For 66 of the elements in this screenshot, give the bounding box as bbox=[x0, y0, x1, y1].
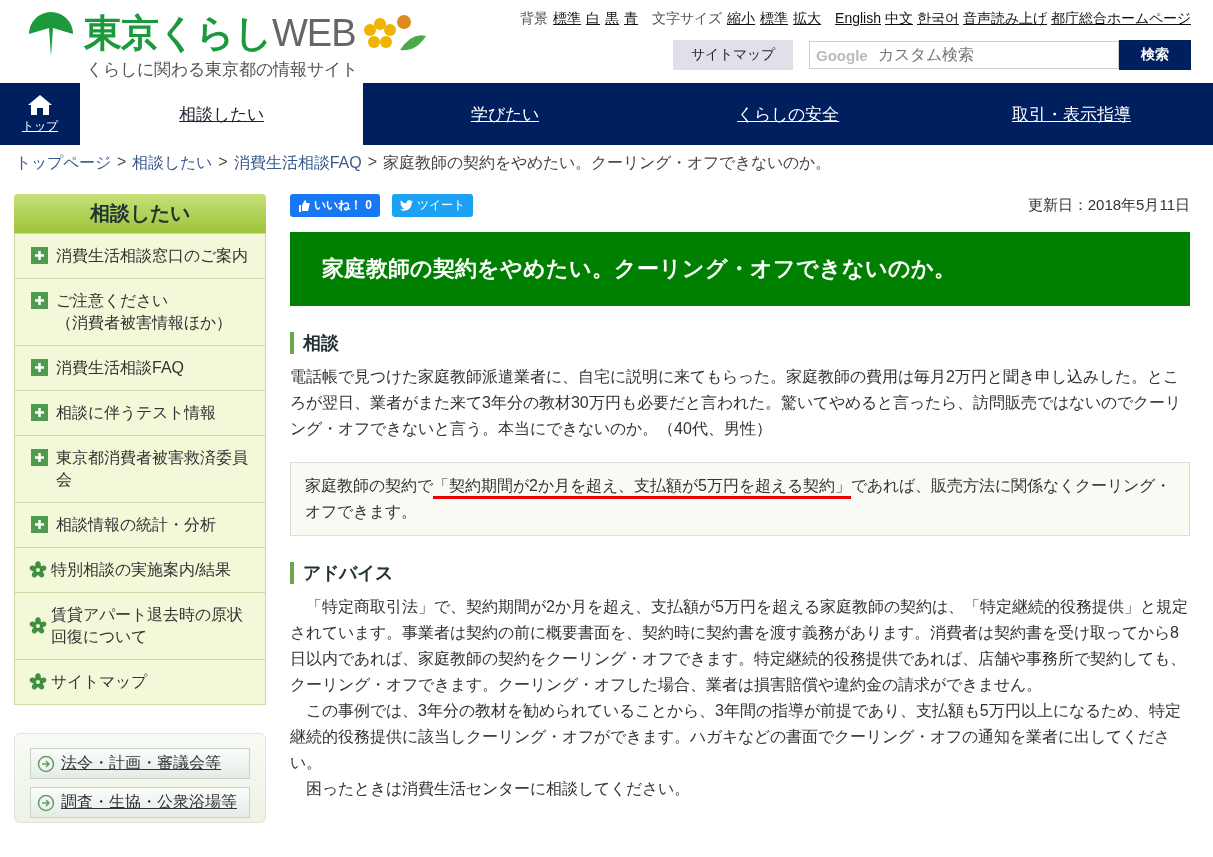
header-link[interactable]: 都庁総合ホームページ bbox=[1051, 10, 1191, 28]
sidebar-menu-item[interactable]: 特別相談の実施案内/結果 bbox=[15, 548, 265, 593]
flower-icon bbox=[29, 673, 47, 691]
breadcrumb-link[interactable]: トップページ bbox=[15, 153, 111, 174]
nav-tab[interactable]: 学びたい bbox=[363, 83, 647, 145]
nav-tab[interactable]: くらしの安全 bbox=[646, 83, 930, 145]
sidebar-link-button[interactable]: 法令・計画・審議会等 bbox=[30, 748, 250, 779]
body-paragraph: 困ったときは消費生活センターに相談してください。 bbox=[305, 779, 691, 799]
header-link[interactable]: 中文 bbox=[885, 10, 913, 28]
sidebar-menu-item[interactable]: サイトマップ bbox=[15, 660, 265, 704]
nav-tab[interactable]: 取引・表示指導 bbox=[929, 83, 1213, 145]
site-tagline: くらしに関わる東京都の情報サイト bbox=[86, 59, 359, 81]
breadcrumb-link[interactable]: 相談したい bbox=[132, 153, 213, 174]
font-size-link[interactable]: 拡大 bbox=[793, 10, 822, 28]
plus-icon bbox=[31, 292, 48, 309]
home-icon bbox=[27, 93, 53, 116]
article-title: 家庭教師の契約をやめたい。クーリング・オフできないのか。 bbox=[290, 232, 1190, 306]
plus-icon bbox=[31, 404, 48, 421]
breadcrumb-separator: > bbox=[117, 153, 127, 172]
background-option-link[interactable]: 標準 bbox=[553, 10, 582, 28]
sidebar-menu-item[interactable]: 相談情報の統計・分析 bbox=[15, 503, 265, 548]
header-link[interactable]: 한국어 bbox=[917, 10, 959, 28]
nav-tab[interactable]: 相談したい bbox=[80, 83, 364, 145]
background-option-link[interactable]: 青 bbox=[624, 10, 639, 28]
updated-date: 更新日：2018年5月11日 bbox=[1027, 196, 1190, 215]
background-label: 背景 bbox=[520, 10, 549, 28]
site-logo-title[interactable]: 東京くらしWEB bbox=[84, 10, 356, 56]
breadcrumb-separator: > bbox=[218, 153, 228, 172]
plus-icon bbox=[31, 247, 48, 264]
header-link[interactable]: English bbox=[835, 10, 881, 26]
breadcrumb-separator: > bbox=[367, 153, 378, 172]
sidebar-title: 相談したい bbox=[14, 194, 266, 233]
sidebar-menu-item[interactable]: 消費生活相談窓口のご案内 bbox=[15, 234, 265, 279]
sidebar-link-button[interactable]: 調査・生協・公衆浴場等 bbox=[30, 787, 250, 818]
breadcrumb-link[interactable]: 消費生活相談FAQ bbox=[233, 153, 362, 174]
body-paragraph: この事例では、3年分の教材を勧められていることから、3年間の指導が前提であり、支払額も5万円以上になるため、特定継続的役務提供に該当しクーリング・オフができます。ハガキなどの書面でクーリング・オフの通知を業者に出してください。 bbox=[290, 701, 1182, 773]
bird-icon bbox=[400, 200, 414, 211]
flower-icon bbox=[29, 617, 47, 635]
plus-icon bbox=[31, 449, 48, 466]
background-option-link[interactable]: 白 bbox=[586, 10, 601, 28]
sidebar-menu-item[interactable]: 消費生活相談FAQ bbox=[15, 346, 265, 391]
arrow-circle-icon bbox=[37, 754, 55, 773]
sidebar-menu-item[interactable]: 東京都消費者被害救済委員会 bbox=[15, 436, 265, 503]
font-size-label: 文字サイズ bbox=[652, 10, 723, 28]
like-button[interactable]: いいね！ 0 bbox=[290, 194, 381, 217]
sidebar-menu-item[interactable]: 賃貸アパート退去時の原状回復について bbox=[15, 593, 265, 660]
section-heading: アドバイス bbox=[290, 562, 1190, 584]
plus-icon bbox=[31, 516, 48, 533]
section-heading: 相談 bbox=[290, 332, 1190, 354]
breadcrumb-current: 家庭教師の契約をやめたい。クーリング・オフできないのか。 bbox=[383, 153, 832, 173]
header-link[interactable]: 音声読み上げ bbox=[963, 10, 1047, 28]
font-size-link[interactable]: 標準 bbox=[760, 10, 789, 28]
body-paragraph: 「特定商取引法」で、契約期間が2か月を超え、支払額が5万円を超える家庭教師の契約は、「特定継続的役務提供」と規定されています。事業者は契約の前に概要書面を、契約時に契約書を渡す義務があります。消費者は契約書を受け取ってから8日以内であれば、家庭教師の契約をクーリング・オフできます。特定継続的役務提供であれば、店舗や事務所で契約しても、クーリング・オフできます。クーリング・オフした場合、業者は損害賠償や違約金の請求ができません。 bbox=[290, 597, 1189, 695]
arrow-circle-icon bbox=[37, 793, 55, 812]
flower-icon bbox=[29, 561, 47, 579]
answer-box: 家庭教師の契約で「契約期間が2か月を超え、支払額が5万円を超える契約」であれば、販売方法に関係なくクーリング・オフできます。 bbox=[290, 462, 1190, 536]
body-paragraph: 電話帳で見つけた家庭教師派遣業者に、自宅に説明に来てもらった。家庭教師の費用は毎月2万円と聞き申し込みした。ところが翌日、業者がまた来て3年分の教材30万円も必要だと言われた。驚いてやめると言ったら、訪問販売ではないのでクーリング・オフできないと言う。本当にできないのか。（40代、男性） bbox=[290, 367, 1182, 439]
background-option-link[interactable]: 黒 bbox=[605, 10, 620, 28]
sidebar-menu-item[interactable]: 相談に伴うテスト情報 bbox=[15, 391, 265, 436]
sidebar-menu-item[interactable]: ご注意ください （消費者被害情報ほか） bbox=[15, 279, 265, 346]
home-tab[interactable]: トップ bbox=[0, 83, 80, 145]
plus-icon bbox=[31, 359, 48, 376]
font-size-link[interactable]: 縮小 bbox=[727, 10, 756, 28]
search-button[interactable]: 検索 bbox=[1119, 40, 1191, 70]
thumbs-up-icon bbox=[298, 199, 310, 212]
sitemap-button[interactable]: サイトマップ bbox=[673, 40, 793, 70]
